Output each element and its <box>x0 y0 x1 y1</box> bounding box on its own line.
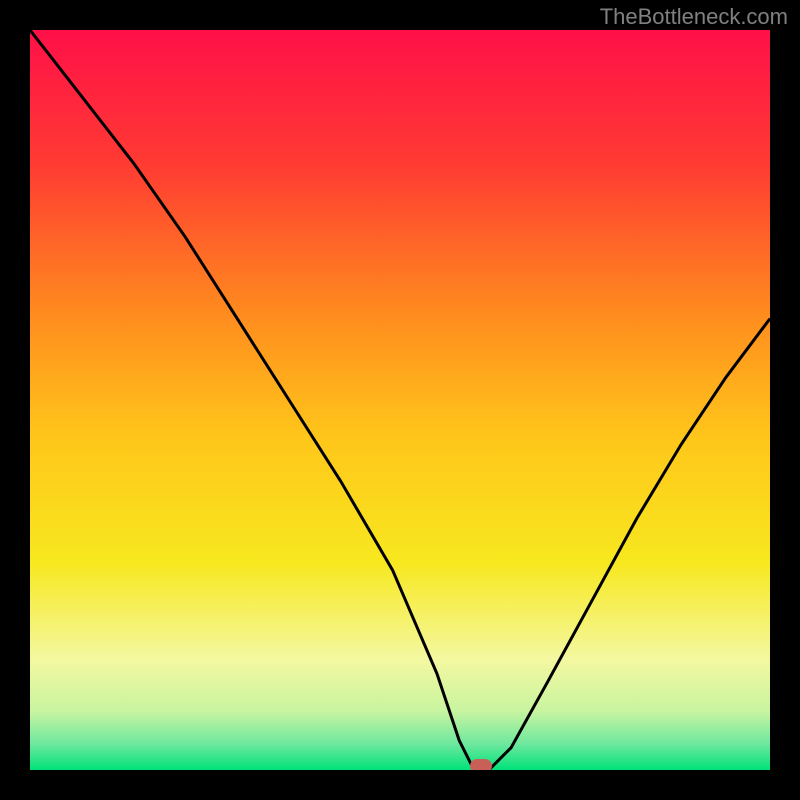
optimal-marker <box>470 759 492 770</box>
watermark-text: TheBottleneck.com <box>600 4 788 30</box>
curve-line <box>30 30 770 770</box>
plot-area <box>30 30 770 770</box>
chart-container: TheBottleneck.com <box>0 0 800 800</box>
